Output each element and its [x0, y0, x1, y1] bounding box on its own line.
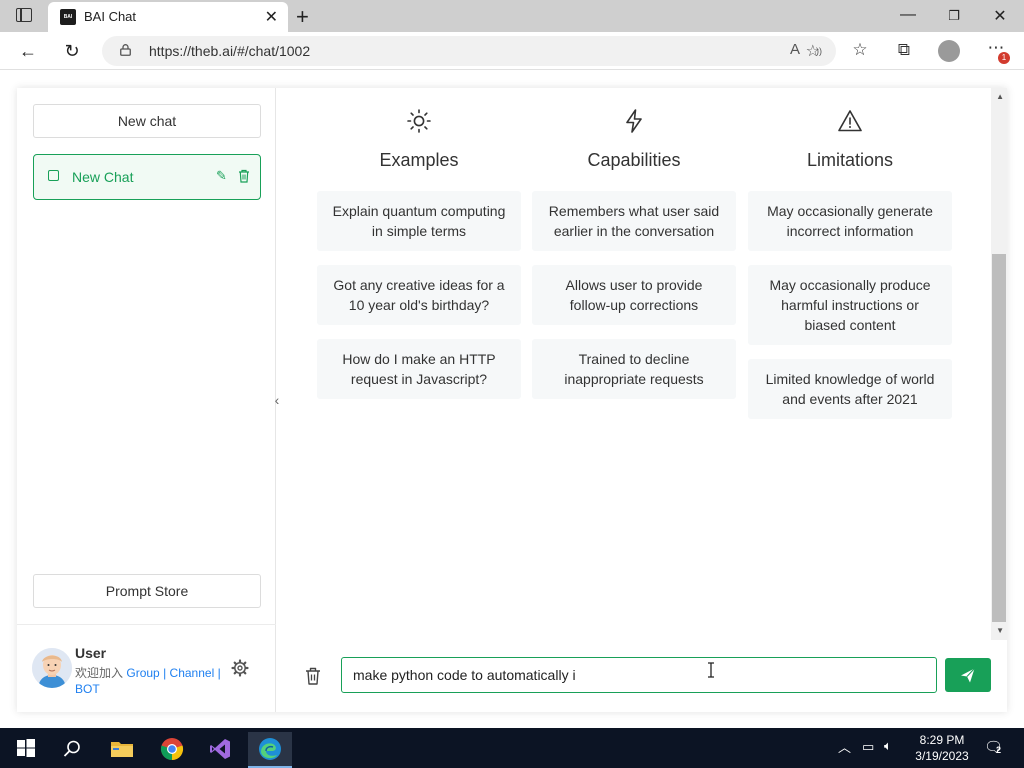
visual-studio-button[interactable]: [198, 732, 242, 768]
clear-chat-icon[interactable]: [305, 667, 321, 685]
capabilities-column: Capabilities Remembers what user said ea…: [532, 108, 736, 413]
channel-link[interactable]: Channel: [170, 666, 215, 680]
address-toolbar: ← ↻ https://theb.ai/#/chat/1002 A)) ☆ ☆ …: [0, 32, 1024, 70]
new-chat-button[interactable]: New chat: [33, 104, 261, 138]
delete-chat-icon[interactable]: [238, 169, 250, 183]
send-button[interactable]: [945, 658, 991, 692]
link-separator: |: [163, 666, 167, 680]
chrome-button[interactable]: [150, 732, 194, 768]
limitation-card: May occasionally produce harmful instruc…: [748, 265, 952, 345]
limitation-card: Limited knowledge of world and events af…: [748, 359, 952, 419]
tray-expand-icon[interactable]: ︿: [838, 737, 851, 756]
bot-link[interactable]: BOT: [75, 682, 100, 696]
scrollbar-thumb[interactable]: [992, 254, 1006, 622]
tab-title: BAI Chat: [84, 9, 137, 24]
chat-main: Examples Explain quantum computing in si…: [277, 88, 1007, 712]
clock-time: 8:29 PM: [919, 733, 965, 747]
window-close-icon[interactable]: ✕: [988, 6, 1012, 26]
chat-bubble-icon: [48, 170, 59, 181]
tab-actions-icon[interactable]: [16, 8, 32, 22]
address-bar[interactable]: https://theb.ai/#/chat/1002 A)) ☆: [102, 36, 836, 66]
tab-favicon: BAI: [60, 9, 76, 25]
user-avatar[interactable]: [32, 648, 72, 688]
add-favorite-icon[interactable]: ☆: [806, 41, 820, 61]
chat-list-item[interactable]: New Chat ✎: [33, 154, 261, 200]
column-title: Limitations: [806, 150, 894, 170]
volume-icon[interactable]: 🔈︎: [884, 738, 892, 754]
start-button[interactable]: [4, 732, 48, 768]
example-card[interactable]: How do I make an HTTP request in Javascr…: [317, 339, 521, 399]
file-explorer-button[interactable]: [100, 732, 144, 768]
profile-avatar[interactable]: [938, 40, 960, 62]
chrome-icon: [160, 738, 184, 761]
user-name: User: [75, 645, 107, 661]
link-separator: |: [217, 666, 221, 680]
community-links: 欢迎加入 Group | Channel | BOT: [75, 665, 225, 697]
back-icon[interactable]: ←: [16, 39, 40, 63]
new-tab-icon[interactable]: +: [296, 4, 309, 30]
column-title: Examples: [379, 150, 459, 170]
sidebar: New chat New Chat ✎ Prompt Store User 欢迎…: [17, 88, 276, 712]
notification-count: 2: [996, 745, 1002, 755]
lightning-icon: [532, 108, 736, 136]
edge-button[interactable]: [248, 732, 292, 768]
examples-column: Examples Explain quantum computing in si…: [317, 108, 521, 413]
join-text: 欢迎加入: [75, 666, 124, 680]
message-input[interactable]: [341, 657, 937, 693]
favorites-icon[interactable]: ☆: [848, 40, 872, 60]
settings-gear-icon[interactable]: [231, 659, 249, 677]
capability-card: Trained to decline inappropriate request…: [532, 339, 736, 399]
windows-icon: [17, 739, 35, 757]
chat-app: New chat New Chat ✎ Prompt Store User 欢迎…: [17, 88, 1007, 712]
network-icon[interactable]: ▭: [862, 739, 874, 755]
capability-card: Allows user to provide follow-up correct…: [532, 265, 736, 325]
text-cursor-icon: [708, 662, 714, 678]
notification-badge: 1: [998, 52, 1010, 64]
folder-icon: [111, 742, 133, 757]
limitations-column: Limitations May occasionally generate in…: [748, 108, 952, 433]
clock[interactable]: 8:29 PM 3/19/2023: [912, 732, 972, 764]
warning-icon: [748, 108, 952, 136]
restore-icon[interactable]: ❐: [942, 8, 966, 24]
refresh-icon[interactable]: ↻: [60, 39, 84, 63]
example-card[interactable]: Explain quantum computing in simple term…: [317, 191, 521, 251]
user-panel: User 欢迎加入 Group | Channel | BOT: [17, 624, 276, 712]
lock-icon[interactable]: [120, 44, 131, 56]
prompt-store-button[interactable]: Prompt Store: [33, 574, 261, 608]
browser-tab[interactable]: BAI BAI Chat ✕: [48, 2, 288, 32]
browser-titlebar: BAI BAI Chat ✕ + — ❐ ✕: [0, 0, 1024, 32]
search-button[interactable]: [50, 732, 94, 768]
capability-card: Remembers what user said earlier in the …: [532, 191, 736, 251]
visual-studio-icon: [210, 739, 230, 759]
scroll-up-icon[interactable]: ▲: [996, 92, 1004, 101]
search-icon: [63, 740, 80, 757]
group-link[interactable]: Group: [126, 666, 159, 680]
minimize-icon[interactable]: —: [896, 6, 920, 24]
scroll-down-icon[interactable]: ▼: [996, 626, 1004, 635]
scrollbar[interactable]: ▲ ▼: [991, 88, 1007, 640]
url-text: https://theb.ai/#/chat/1002: [149, 43, 311, 59]
taskbar: ︿ ▭ 🔈︎ 8:29 PM 3/19/2023 🗨︎ 2: [0, 728, 1024, 768]
collections-icon[interactable]: ⧉: [892, 40, 916, 60]
column-title: Capabilities: [587, 150, 681, 170]
message-input-row: [277, 640, 1007, 712]
send-icon: [961, 668, 975, 683]
sun-icon: [317, 108, 521, 136]
chat-item-label: New Chat: [72, 169, 134, 185]
tab-close-icon[interactable]: ✕: [265, 7, 278, 27]
clock-date: 3/19/2023: [915, 749, 969, 763]
limitation-card: May occasionally generate incorrect info…: [748, 191, 952, 251]
example-card[interactable]: Got any creative ideas for a 10 year old…: [317, 265, 521, 325]
edit-icon[interactable]: ✎: [216, 168, 227, 184]
edge-icon: [259, 738, 281, 760]
